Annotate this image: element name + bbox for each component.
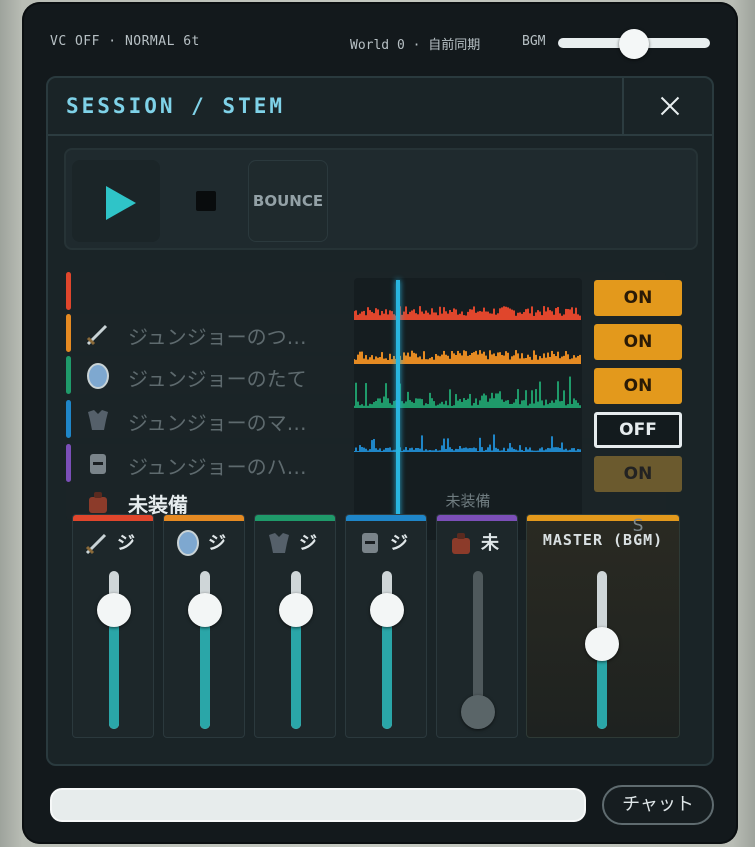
channel-color-bar	[164, 515, 244, 521]
track-color-stripe	[66, 444, 71, 482]
waveform-lane	[354, 350, 581, 364]
channel-fader-track[interactable]	[97, 571, 131, 729]
sword-icon	[84, 320, 112, 348]
channel-fader-track[interactable]	[279, 571, 313, 729]
master-fader-track[interactable]	[585, 571, 619, 729]
channel-fader-track[interactable]	[461, 571, 495, 729]
channel-fader-thumb[interactable]	[461, 695, 495, 729]
sword-icon	[83, 529, 107, 555]
bounce-button[interactable]: BOUNCE	[248, 160, 328, 242]
waveform-panel[interactable]: 未装備	[354, 278, 582, 540]
shield-icon	[174, 529, 199, 556]
channel-color-bar	[255, 515, 335, 521]
track-toggle-button[interactable]: ON	[594, 456, 682, 492]
play-button[interactable]	[72, 160, 160, 242]
track-color-stripe	[66, 400, 71, 438]
track-toggle-button[interactable]: ON	[594, 368, 682, 404]
app-window: VC OFF · NORMAL 6t World 0 · 自前同期 BGM SE…	[22, 2, 738, 844]
channel-fader-thumb[interactable]	[97, 593, 131, 628]
waveform-lane	[354, 306, 581, 320]
track-name: ジュンジョーのマ…	[128, 411, 307, 435]
chat-button[interactable]: チャット	[602, 785, 714, 825]
bgm-slider-thumb[interactable]	[619, 29, 649, 59]
status-bar: VC OFF · NORMAL 6t World 0 · 自前同期 BGM	[22, 22, 738, 66]
channel-name: ジ	[208, 533, 226, 554]
channel-fader-thumb[interactable]	[188, 593, 222, 628]
play-icon	[106, 186, 136, 220]
channel-color-bar	[346, 515, 426, 521]
dialog-header: SESSION / STEM	[48, 78, 712, 136]
channel-name: ジ	[390, 533, 408, 554]
mixer-channel: 未	[436, 514, 518, 738]
channel-color-bar	[73, 515, 153, 521]
track-name: ジュンジョーのつ…	[128, 325, 307, 349]
world-status-text: World 0 · 自前同期	[350, 38, 481, 53]
transport-bar: BOUNCE	[64, 148, 698, 250]
stop-icon	[196, 191, 216, 211]
track-toggle-button[interactable]: ON	[594, 324, 682, 360]
waveform-display	[354, 306, 581, 452]
session-stem-dialog: SESSION / STEM BOUNCE ジュンジョーのつ… ジュンジョーのたて…	[46, 76, 714, 766]
helmet-icon	[84, 450, 112, 478]
voice-status-text: VC OFF · NORMAL 6t	[50, 34, 200, 49]
bag-icon	[447, 529, 471, 554]
channel-name: 未	[481, 533, 499, 554]
channel-fader-thumb[interactable]	[370, 593, 404, 628]
track-name: ジュンジョーのハ…	[128, 455, 307, 479]
channel-fader-track[interactable]	[188, 571, 222, 729]
helmet-icon	[356, 529, 380, 553]
track-name: ジュンジョーのたて	[128, 367, 307, 391]
mixer-channel: ジ	[163, 514, 245, 738]
channel-name: ジ	[117, 533, 135, 554]
mixer-channel: ジ	[72, 514, 154, 738]
armor-icon	[265, 529, 289, 553]
solo-button[interactable]: S	[594, 506, 682, 546]
bgm-volume-slider[interactable]	[558, 29, 710, 59]
track-toggle-button[interactable]: OFF	[594, 412, 682, 448]
chat-input[interactable]	[50, 788, 586, 822]
shield-icon	[84, 362, 112, 390]
close-button[interactable]	[622, 78, 712, 134]
master-fader-thumb[interactable]	[585, 626, 619, 661]
track-toggle-button[interactable]: ON	[594, 280, 682, 316]
playhead[interactable]	[396, 280, 400, 542]
track-color-stripe	[66, 272, 71, 310]
waveform-lane	[354, 376, 581, 408]
mixer-channel: ジ	[345, 514, 427, 738]
track-color-stripe	[66, 356, 71, 394]
channel-fader-thumb[interactable]	[279, 593, 313, 628]
channel-fader-track[interactable]	[370, 571, 404, 729]
mixer-channel: ジ	[254, 514, 336, 738]
channel-name: ジ	[299, 533, 317, 554]
stop-button[interactable]	[174, 160, 240, 242]
armor-icon	[84, 406, 112, 434]
track-color-stripe	[66, 314, 71, 352]
waveform-lane	[354, 434, 581, 452]
bgm-label: BGM	[522, 34, 546, 49]
dialog-title: SESSION / STEM	[66, 94, 286, 118]
channel-color-bar	[437, 515, 517, 521]
master-channel: MASTER (BGM)	[526, 514, 680, 738]
